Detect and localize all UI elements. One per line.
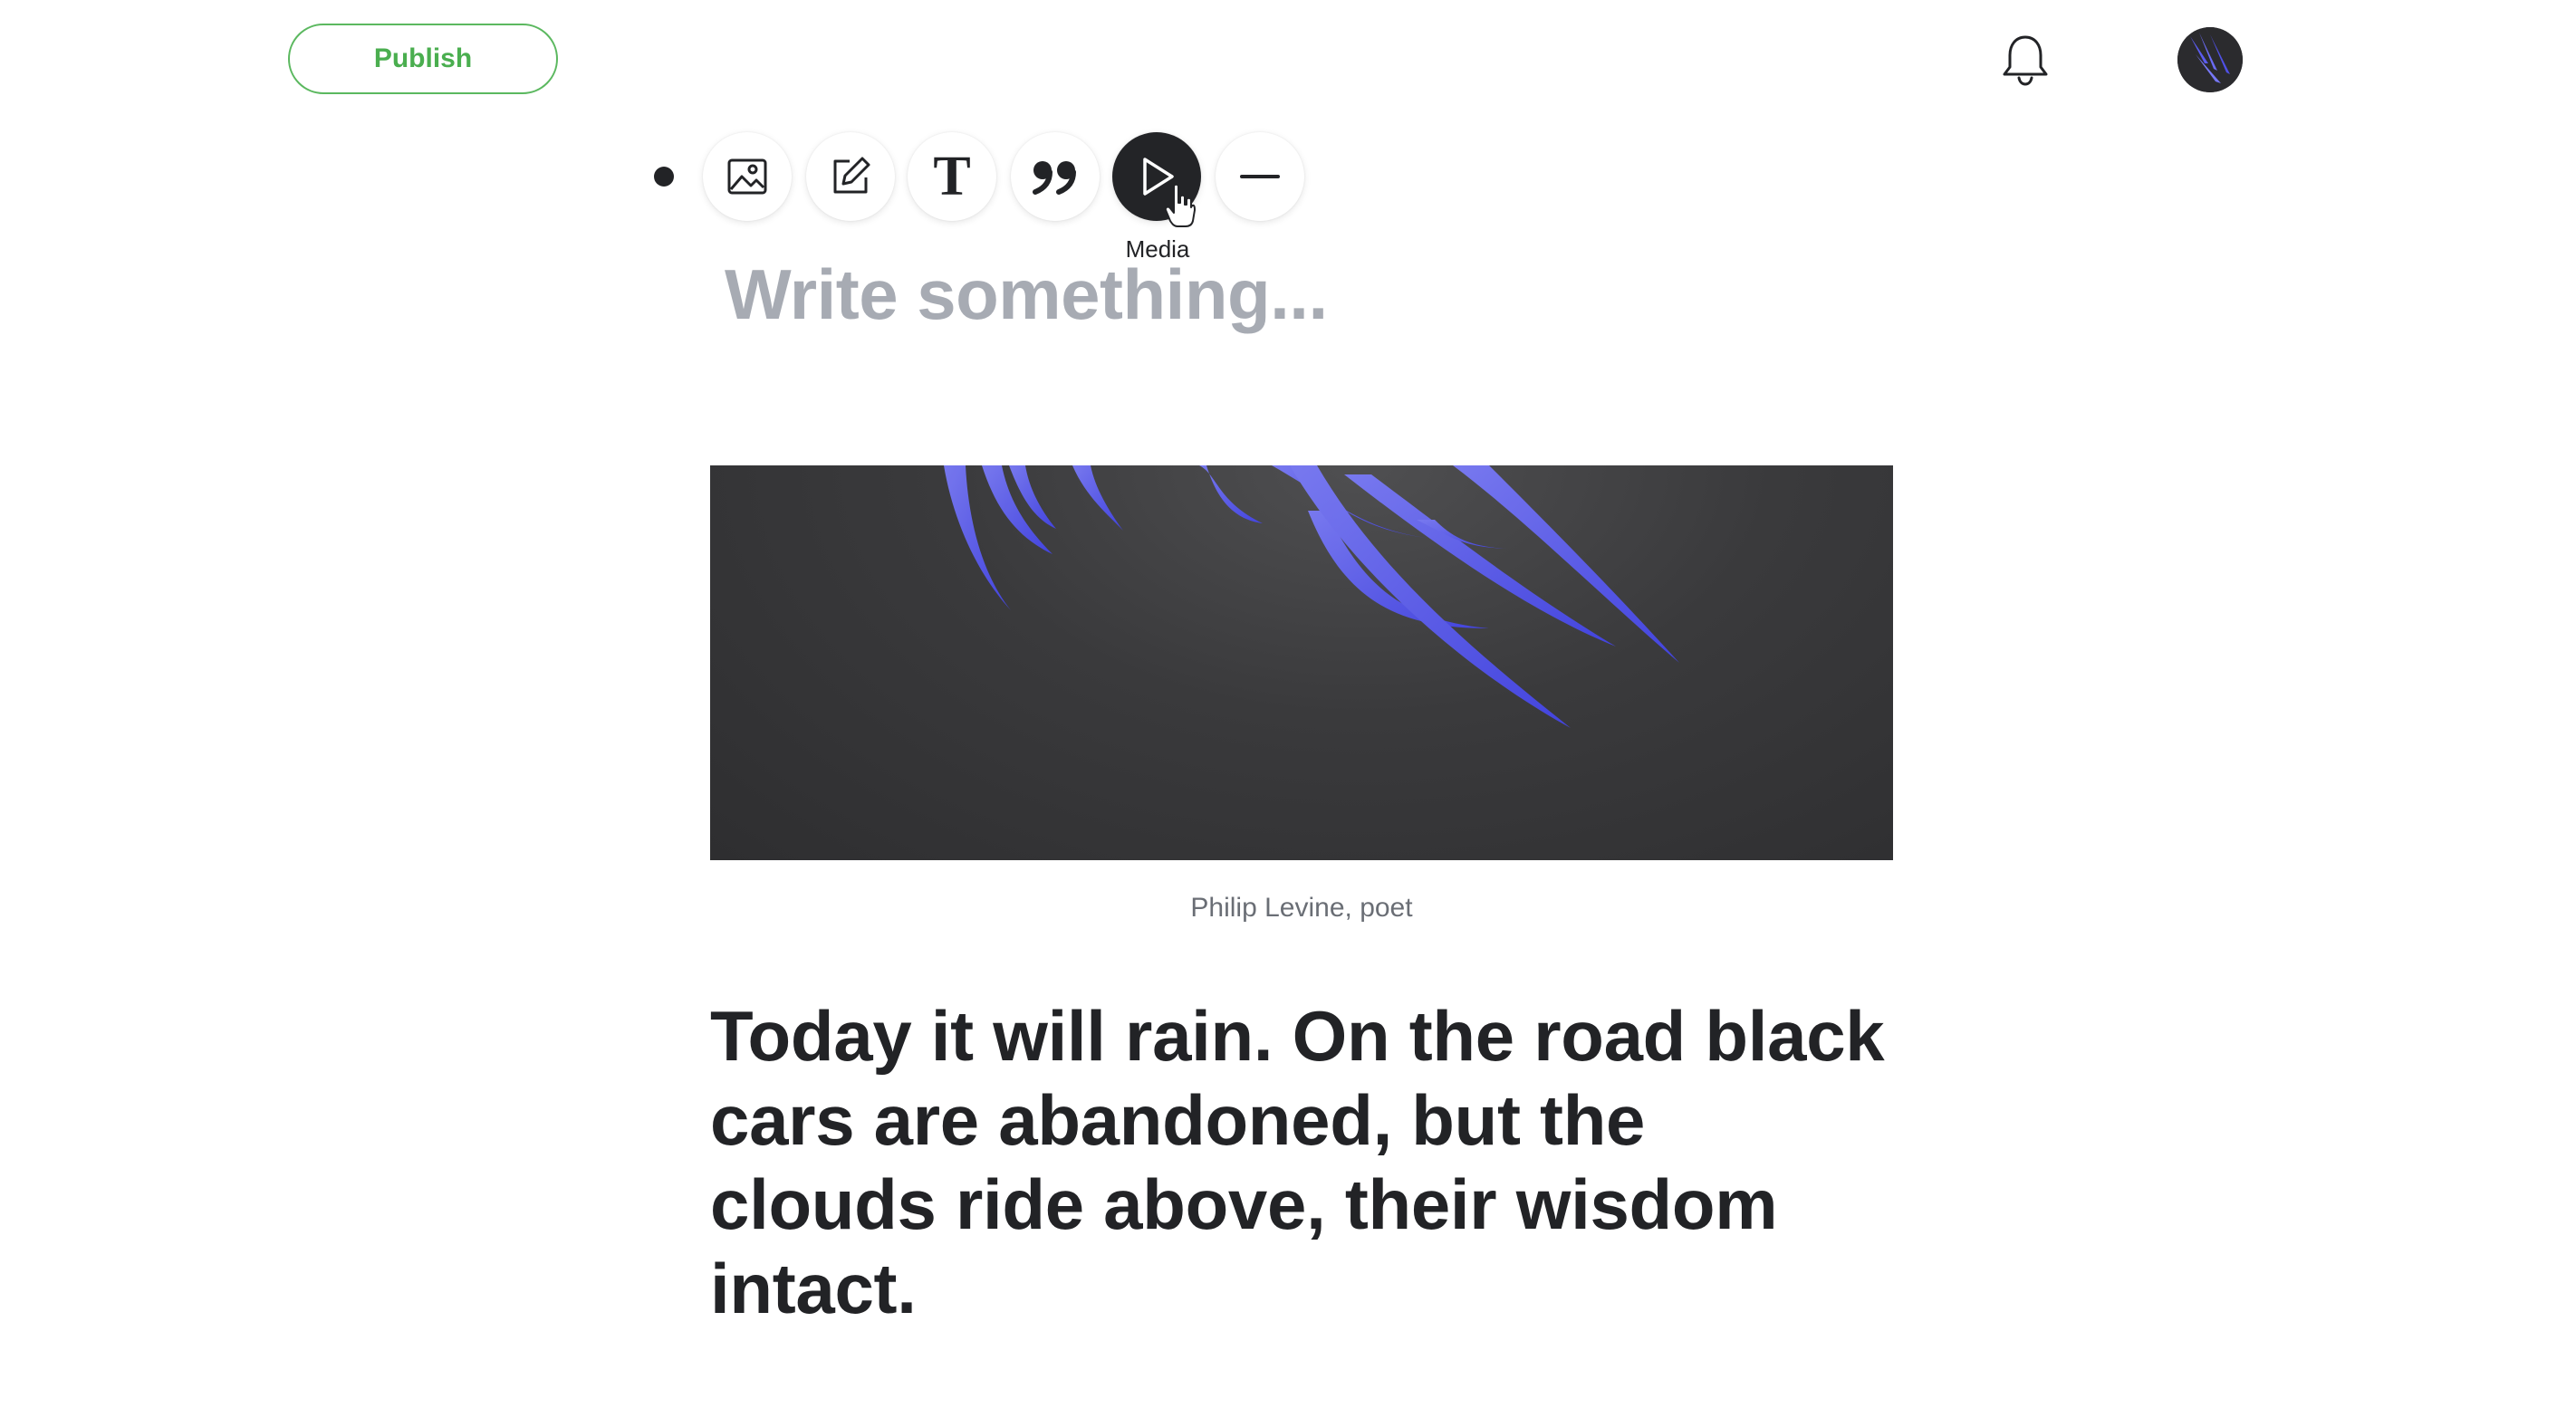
user-avatar[interactable] bbox=[2177, 27, 2243, 92]
divider-icon bbox=[1240, 175, 1280, 178]
image-caption[interactable]: Philip Levine, poet bbox=[710, 893, 1893, 924]
bell-icon[interactable] bbox=[2000, 33, 2051, 87]
text-icon: T bbox=[933, 146, 971, 207]
insert-text-button[interactable]: T bbox=[908, 132, 996, 221]
block-handle[interactable] bbox=[654, 167, 674, 187]
publish-button[interactable]: Publish bbox=[288, 24, 558, 94]
insert-image-button[interactable] bbox=[703, 132, 792, 221]
insert-divider-button[interactable] bbox=[1216, 132, 1304, 221]
insert-embed-button[interactable] bbox=[806, 132, 895, 221]
insert-quote-button[interactable] bbox=[1011, 132, 1100, 221]
quote-icon bbox=[1033, 161, 1076, 195]
body-paragraph[interactable]: Today it will rain. On the road black ca… bbox=[710, 994, 1888, 1331]
play-icon bbox=[1143, 158, 1174, 196]
hero-image[interactable] bbox=[710, 465, 1893, 860]
title-placeholder[interactable]: Write something... bbox=[725, 254, 1328, 336]
edit-icon bbox=[833, 157, 870, 194]
insert-media-button[interactable] bbox=[1112, 132, 1201, 221]
image-icon bbox=[727, 158, 767, 195]
